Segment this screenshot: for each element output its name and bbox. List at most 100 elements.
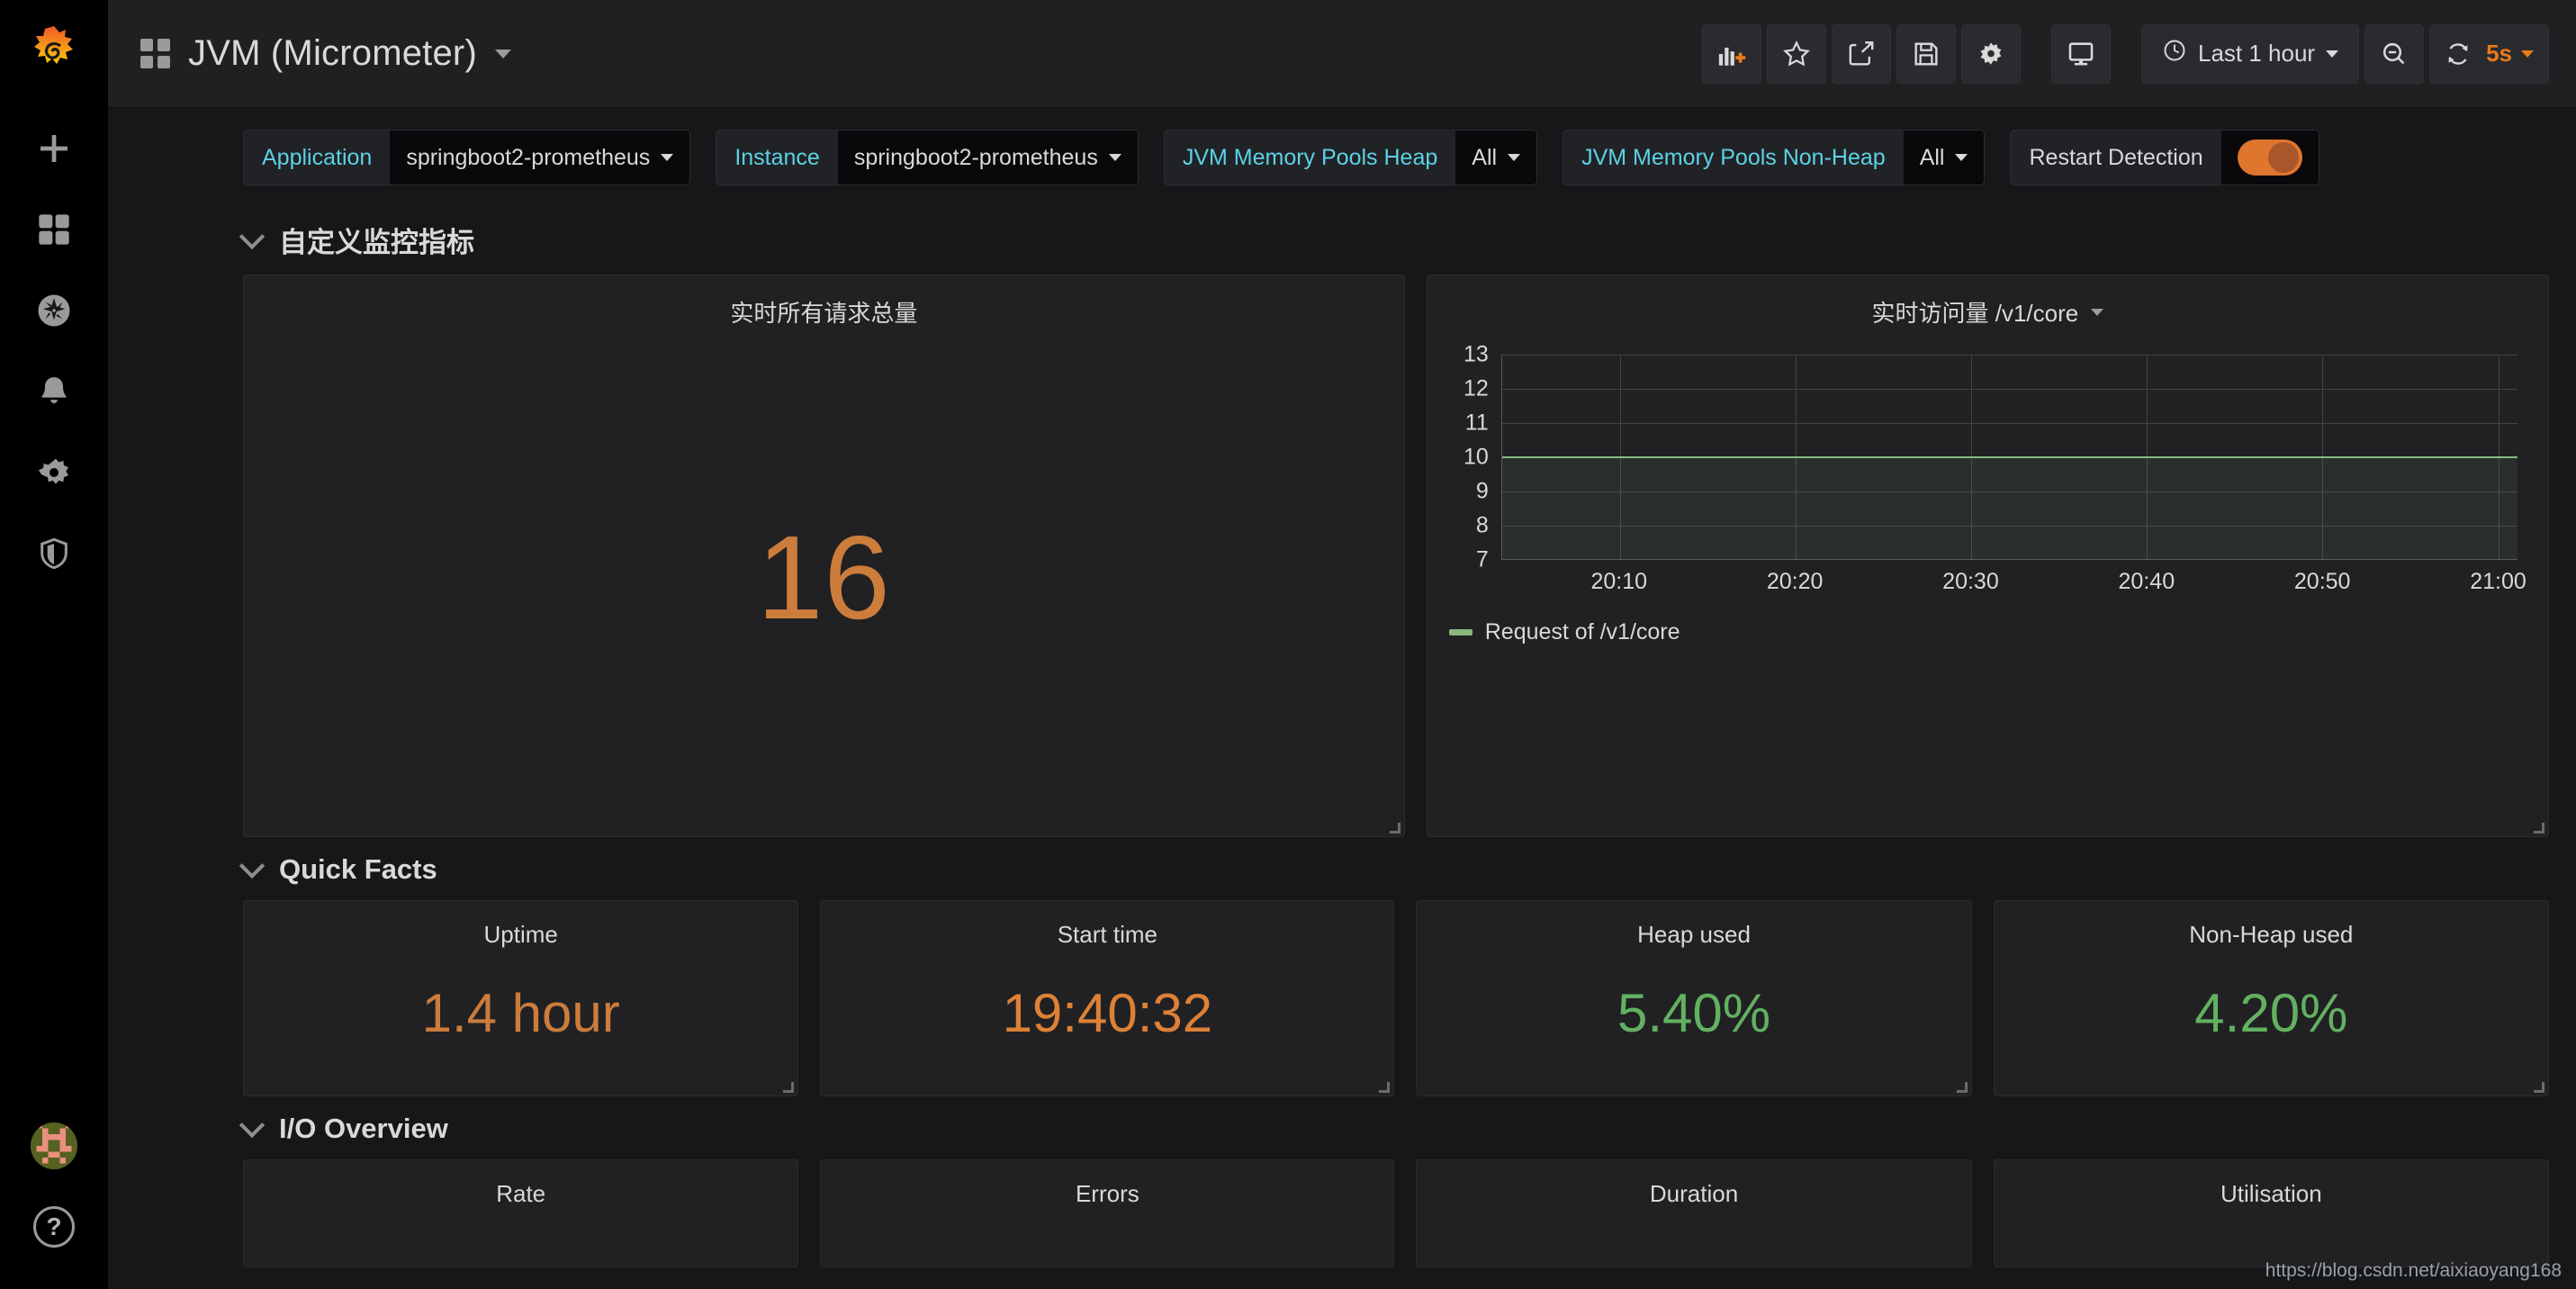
variable-value-select[interactable]: All xyxy=(1903,131,1985,185)
row-custom-metrics: 实时所有请求总量 16 实时访问量 /v1/core 13 12 11 10 9… xyxy=(108,275,2576,837)
sidebar-nav-bottom: ? xyxy=(0,1105,108,1267)
zoom-out-button[interactable] xyxy=(2364,23,2425,84)
sidebar-item-alerting[interactable] xyxy=(0,351,108,432)
time-range-picker[interactable]: Last 1 hour xyxy=(2140,23,2360,84)
panel-heap-used[interactable]: Heap used 5.40% xyxy=(1416,900,1972,1096)
panel-realtime-visits[interactable]: 实时访问量 /v1/core 13 12 11 10 9 8 7 20:10 2… xyxy=(1426,275,2549,837)
compass-icon xyxy=(35,292,73,329)
page-title: JVM (Micrometer) xyxy=(188,33,477,73)
variable-label: JVM Memory Pools Heap xyxy=(1182,144,1438,170)
panel-uptime[interactable]: Uptime 1.4 hour xyxy=(243,900,799,1096)
restart-detection-toggle[interactable] xyxy=(2237,140,2302,176)
tv-mode-button[interactable] xyxy=(2050,23,2111,84)
sidebar-item-dashboards[interactable] xyxy=(0,189,108,270)
panel-title: Utilisation xyxy=(2220,1180,2322,1207)
chevron-down-icon xyxy=(1955,154,1968,161)
panel-resize-handle[interactable] xyxy=(2534,823,2544,834)
variable-value-text: springboot2-prometheus xyxy=(853,144,1098,170)
panel-resize-handle[interactable] xyxy=(1956,1082,1968,1093)
row-io-overview: Rate Errors Duration Utilisation xyxy=(108,1159,2576,1267)
time-range-label: Last 1 hour xyxy=(2197,40,2316,67)
panel-title-row[interactable]: 实时访问量 /v1/core xyxy=(1428,275,2548,329)
stat-value: 1.4 hour xyxy=(421,982,620,1043)
plot-area[interactable] xyxy=(1500,355,2517,560)
help-icon: ? xyxy=(33,1206,75,1248)
panel-requests-total[interactable]: 实时所有请求总量 16 xyxy=(243,275,1405,837)
dashboard-title-picker[interactable]: JVM (Micrometer) xyxy=(140,33,511,74)
dashboard-toolbar: Last 1 hour 5s xyxy=(1701,23,2549,84)
sidebar-nav-top xyxy=(0,108,108,594)
sidebar-item-server-admin[interactable] xyxy=(0,513,108,594)
sidebar-item-explore[interactable] xyxy=(0,270,108,351)
share-dashboard-button[interactable] xyxy=(1831,23,1891,84)
refresh-icon[interactable] xyxy=(2430,41,2486,68)
chevron-down-icon xyxy=(239,852,266,879)
variable-restart-detection: Restart Detection xyxy=(2010,130,2319,185)
panel-utilisation[interactable]: Utilisation xyxy=(1993,1159,2550,1267)
grafana-logo-icon[interactable] xyxy=(0,0,108,108)
y-tick-label: 11 xyxy=(1464,410,1489,436)
gear-icon xyxy=(36,455,72,491)
panel-title: 实时访问量 /v1/core xyxy=(1871,300,2079,327)
chart-legend[interactable]: Request of /v1/core xyxy=(1448,619,1680,645)
refresh-picker[interactable]: 5s xyxy=(2429,23,2549,84)
panel-title: Start time xyxy=(1057,921,1157,948)
y-tick-label: 8 xyxy=(1475,512,1489,538)
panel-resize-handle[interactable] xyxy=(783,1082,795,1093)
panel-resize-handle[interactable] xyxy=(2534,1082,2545,1093)
x-tick-label: 20:10 xyxy=(1590,569,1648,594)
section-title: I/O Overview xyxy=(279,1113,448,1144)
sidebar-item-help[interactable]: ? xyxy=(0,1186,108,1267)
restart-detection-toggle-cell xyxy=(2220,131,2319,185)
variable-label: JVM Memory Pools Non-Heap xyxy=(1581,144,1886,170)
legend-color-swatch xyxy=(1448,629,1473,635)
sidebar: ? xyxy=(0,0,108,1289)
plus-icon xyxy=(36,131,72,167)
section-header-quick-facts[interactable]: Quick Facts xyxy=(108,837,2576,900)
x-tick-label: 20:30 xyxy=(1942,569,1999,594)
refresh-interval-label: 5s xyxy=(2486,40,2512,67)
stat-value: 4.20% xyxy=(2194,982,2348,1043)
panel-title: Heap used xyxy=(1637,921,1751,948)
sidebar-item-configuration[interactable] xyxy=(0,432,108,513)
dashboard-settings-button[interactable] xyxy=(1960,23,2021,84)
dashboards-icon xyxy=(36,212,72,248)
panel-duration[interactable]: Duration xyxy=(1416,1159,1972,1267)
mark-favorite-button[interactable] xyxy=(1766,23,1826,84)
chevron-down-icon xyxy=(2326,50,2339,58)
panel-resize-handle[interactable] xyxy=(1379,1082,1391,1093)
add-panel-button[interactable] xyxy=(1701,23,1761,84)
stat-value: 19:40:32 xyxy=(1002,982,1213,1043)
variable-value-text: All xyxy=(1919,144,1945,170)
x-axis: 20:10 20:20 20:30 20:40 20:50 21:00 xyxy=(1501,569,2526,605)
legend-label: Request of /v1/core xyxy=(1484,619,1680,644)
panel-title: Uptime xyxy=(483,921,558,948)
stat-value: 16 xyxy=(756,511,891,644)
y-tick-label: 13 xyxy=(1463,341,1489,367)
top-navbar: JVM (Micrometer) Last 1 hour 5s xyxy=(108,0,2576,108)
y-tick-label: 7 xyxy=(1475,546,1489,572)
sidebar-item-user-profile[interactable] xyxy=(0,1105,108,1186)
variable-value-select[interactable]: All xyxy=(1455,131,1537,185)
avatar xyxy=(31,1122,77,1169)
save-dashboard-button[interactable] xyxy=(1896,23,1956,84)
y-tick-label: 10 xyxy=(1463,444,1489,470)
section-header-custom-metrics[interactable]: 自定义监控指标 xyxy=(108,203,2576,275)
clock-icon xyxy=(2162,38,2187,69)
section-header-io-overview[interactable]: I/O Overview xyxy=(108,1096,2576,1159)
panel-resize-handle[interactable] xyxy=(1389,823,1401,834)
panel-title: 实时所有请求总量 xyxy=(730,300,918,327)
panel-rate[interactable]: Rate xyxy=(243,1159,799,1267)
sidebar-item-create[interactable] xyxy=(0,108,108,189)
graph-container[interactable]: 13 12 11 10 9 8 7 20:10 20:20 20:30 20:4… xyxy=(1428,331,2548,836)
variable-value-select[interactable]: springboot2-prometheus xyxy=(837,131,1138,185)
panel-non-heap-used[interactable]: Non-Heap used 4.20% xyxy=(1993,900,2550,1096)
panel-errors[interactable]: Errors xyxy=(820,1159,1395,1267)
chevron-down-icon[interactable] xyxy=(2521,50,2548,58)
y-tick-label: 12 xyxy=(1463,375,1489,401)
shield-icon xyxy=(36,536,72,572)
template-variables-bar: Application springboot2-prometheus Insta… xyxy=(108,108,2576,203)
variable-value-select[interactable]: springboot2-prometheus xyxy=(390,131,690,185)
panel-start-time[interactable]: Start time 19:40:32 xyxy=(820,900,1395,1096)
chevron-down-icon xyxy=(661,154,674,161)
